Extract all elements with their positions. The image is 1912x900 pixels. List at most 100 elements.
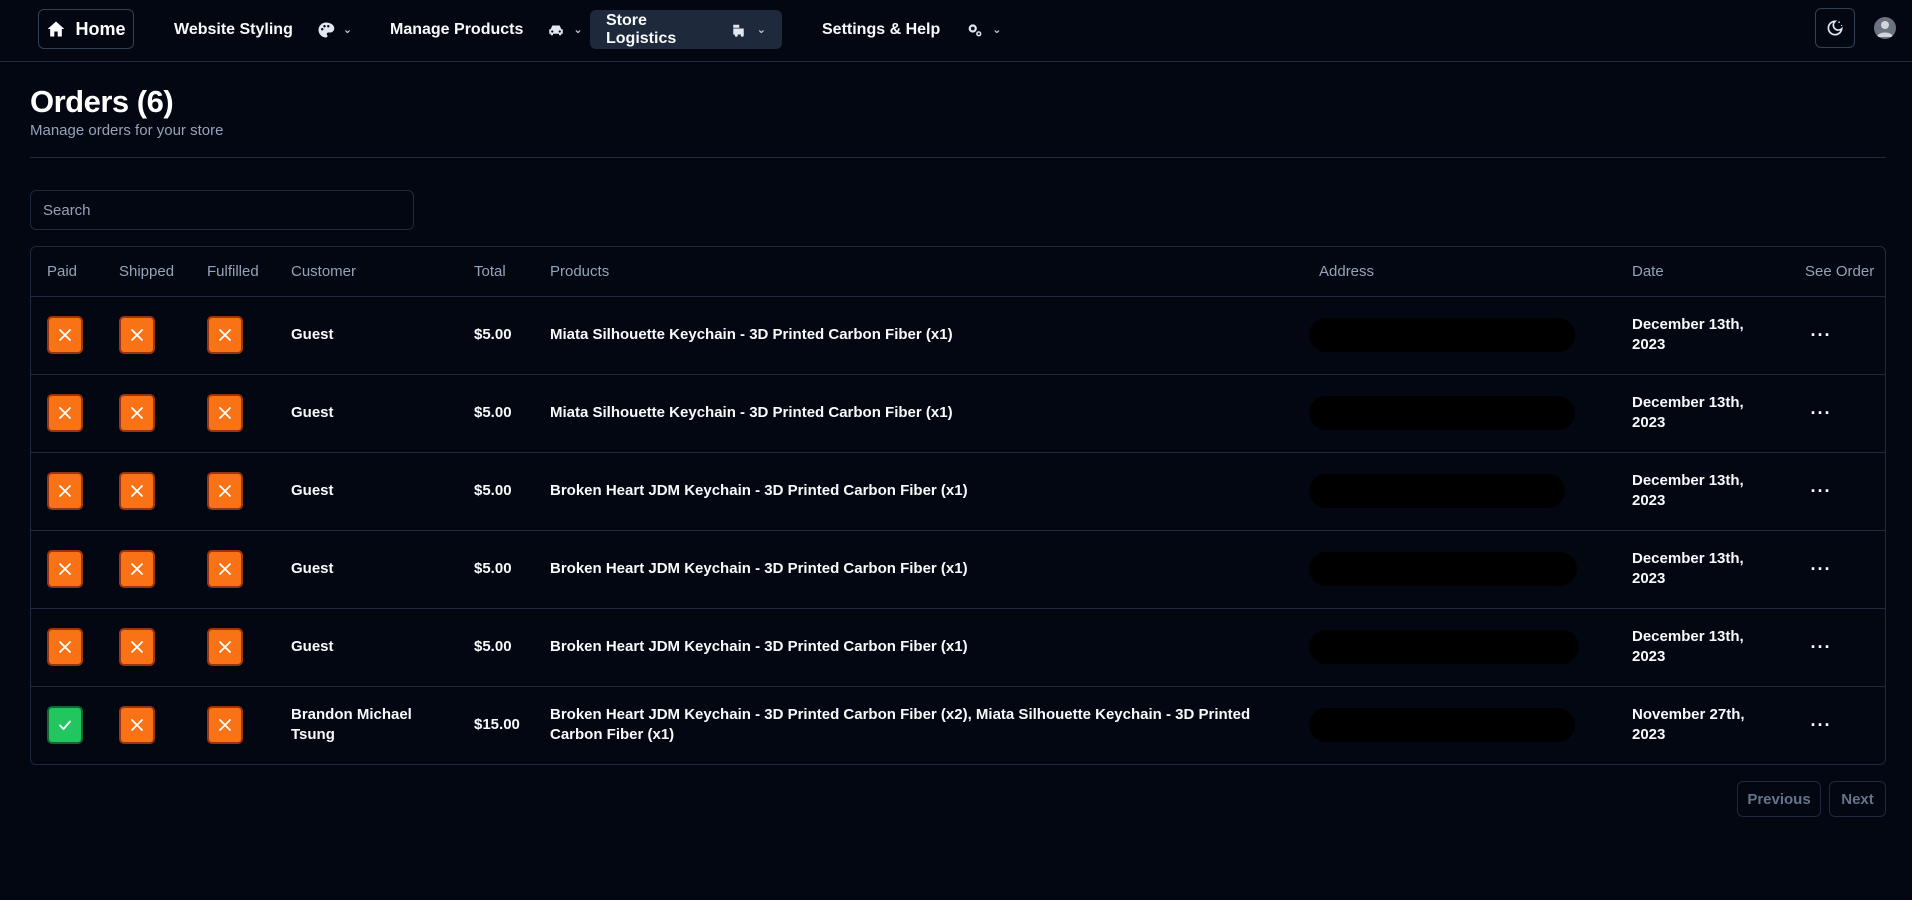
paid-status-toggle[interactable] — [47, 472, 83, 510]
see-order-cell: ··· — [1789, 686, 1885, 764]
x-icon — [58, 406, 72, 420]
check-icon — [58, 718, 72, 732]
shipped-status-toggle[interactable] — [119, 316, 155, 354]
see-order-cell: ··· — [1789, 374, 1885, 452]
table-header-row: Paid Shipped Fulfilled Customer Total Pr… — [31, 247, 1885, 296]
search-input[interactable] — [30, 190, 414, 230]
paid-cell — [31, 374, 103, 452]
paid-cell — [31, 686, 103, 764]
shipped-cell — [103, 686, 191, 764]
see-order-cell: ··· — [1789, 608, 1885, 686]
palette-icon — [317, 21, 335, 39]
paid-status-toggle[interactable] — [47, 628, 83, 666]
fulfilled-status-toggle[interactable] — [207, 316, 243, 354]
fulfilled-status-toggle[interactable] — [207, 472, 243, 510]
chevron-down-icon: ⌄ — [573, 24, 583, 36]
x-icon — [130, 406, 144, 420]
x-icon — [218, 484, 232, 498]
redacted-address — [1309, 552, 1577, 586]
customer-cell: Guest — [291, 404, 334, 421]
fulfilled-cell — [191, 530, 275, 608]
nav-settings-help[interactable]: Settings & Help ⌄ — [806, 10, 1017, 49]
shipped-status-toggle[interactable] — [119, 472, 155, 510]
more-options-button[interactable]: ··· — [1805, 631, 1837, 663]
fulfilled-status-toggle[interactable] — [207, 628, 243, 666]
total-cell: $5.00 — [474, 404, 512, 421]
paid-status-toggle[interactable] — [47, 394, 83, 432]
x-icon — [58, 328, 72, 342]
nav-manage-products-label: Manage Products — [390, 20, 524, 38]
see-order-cell: ··· — [1789, 530, 1885, 608]
more-options-button[interactable]: ··· — [1805, 709, 1837, 741]
column-header-address: Address — [1319, 262, 1375, 280]
x-icon — [130, 562, 144, 576]
table-row: Guest $5.00 Miata Silhouette Keychain - 3D… — [31, 296, 1885, 374]
home-icon — [46, 19, 66, 39]
x-icon — [58, 640, 72, 654]
shipped-status-toggle[interactable] — [119, 550, 155, 588]
total-cell: $5.00 — [474, 326, 512, 343]
products-cell: Miata Silhouette Keychain - 3D Printed C… — [550, 326, 953, 343]
nav-manage-products[interactable]: Manage Products ⌄ — [374, 10, 599, 49]
next-page-button[interactable]: Next — [1829, 781, 1886, 817]
fulfilled-status-toggle[interactable] — [207, 706, 243, 745]
total-cell: $5.00 — [474, 638, 512, 655]
date-cell: December 13th, 2023 — [1632, 550, 1744, 587]
products-cell: Broken Heart JDM Keychain - 3D Printed C… — [550, 706, 1251, 744]
nav-store-logistics[interactable]: Store Logistics ⌄ — [590, 10, 782, 49]
fulfilled-cell — [191, 452, 275, 530]
moon-stars-icon — [1825, 18, 1845, 38]
x-icon — [130, 640, 144, 654]
page-title: Orders (6) — [30, 84, 174, 119]
fulfilled-status-toggle[interactable] — [207, 550, 243, 588]
paid-cell — [31, 296, 103, 374]
more-options-button[interactable]: ··· — [1805, 397, 1837, 429]
x-icon — [218, 718, 232, 732]
x-icon — [130, 484, 144, 498]
chevron-down-icon: ⌄ — [756, 24, 766, 36]
home-button[interactable]: Home — [38, 9, 134, 49]
column-header-fulfilled: Fulfilled — [207, 262, 259, 280]
previous-page-button[interactable]: Previous — [1737, 781, 1821, 817]
shipped-status-toggle[interactable] — [119, 628, 155, 666]
shipped-status-toggle[interactable] — [119, 394, 155, 432]
address-cell — [1303, 374, 1616, 452]
paid-status-toggle[interactable] — [47, 316, 83, 354]
products-cell: Broken Heart JDM Keychain - 3D Printed C… — [550, 482, 968, 499]
redacted-address — [1309, 396, 1575, 430]
table-row: Guest $5.00 Miata Silhouette Keychain - 3D… — [31, 374, 1885, 452]
header-divider — [30, 157, 1886, 158]
redacted-address — [1309, 318, 1575, 352]
column-header-products: Products — [550, 262, 610, 280]
paid-cell — [31, 452, 103, 530]
total-cell: $15.00 — [474, 716, 520, 734]
column-header-paid: Paid — [47, 262, 78, 280]
top-navbar: Home Website Styling ⌄ Manage Products ⌄… — [0, 0, 1912, 62]
home-label: Home — [75, 18, 126, 39]
x-icon — [58, 562, 72, 576]
products-cell: Broken Heart JDM Keychain - 3D Printed C… — [550, 638, 968, 655]
theme-toggle-button[interactable] — [1815, 8, 1855, 48]
customer-cell: Guest — [291, 326, 334, 343]
redacted-address — [1309, 630, 1579, 664]
address-cell — [1303, 296, 1616, 374]
more-options-button[interactable]: ··· — [1805, 475, 1837, 507]
shipped-status-toggle[interactable] — [119, 706, 155, 745]
customer-cell: Guest — [291, 560, 334, 577]
fulfilled-status-toggle[interactable] — [207, 394, 243, 432]
shipped-cell — [103, 374, 191, 452]
car-icon — [547, 21, 565, 39]
paid-status-toggle[interactable] — [47, 550, 83, 588]
paid-status-toggle[interactable] — [47, 706, 83, 745]
column-header-customer: Customer — [291, 262, 357, 280]
x-icon — [218, 562, 232, 576]
date-cell: December 13th, 2023 — [1632, 628, 1744, 665]
more-options-button[interactable]: ··· — [1805, 319, 1837, 351]
fulfilled-cell — [191, 608, 275, 686]
table-row: Guest $5.00 Broken Heart JDM Keychain - 3D… — [31, 452, 1885, 530]
nav-website-styling[interactable]: Website Styling ⌄ — [158, 10, 368, 49]
customer-cell: Guest — [291, 638, 334, 655]
user-avatar-icon[interactable] — [1874, 17, 1896, 39]
fulfilled-cell — [191, 374, 275, 452]
more-options-button[interactable]: ··· — [1805, 553, 1837, 585]
